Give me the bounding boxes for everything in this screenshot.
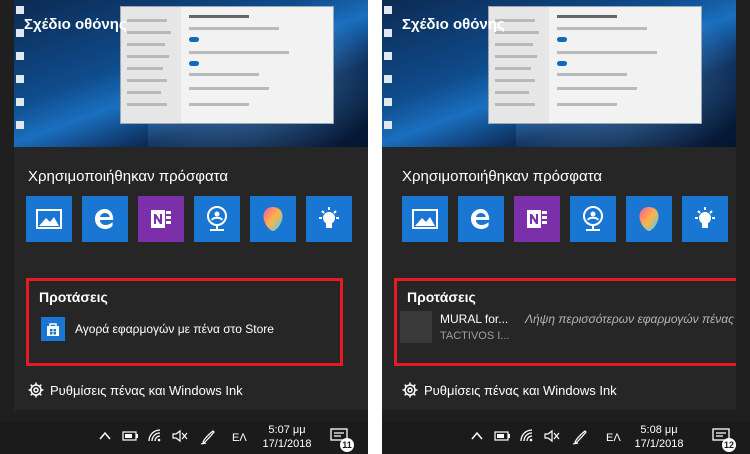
recent-title: Χρησιμοποιήθηκαν πρόσφατα bbox=[28, 168, 229, 185]
wifi-icon bbox=[520, 429, 533, 442]
clock-date: 17/1/2018 bbox=[634, 438, 684, 450]
recent-apps bbox=[402, 196, 732, 244]
taskbar-clock[interactable]: 5:07 μμ 17/1/2018 bbox=[262, 423, 312, 451]
screen-sketch-label: Σχέδιο οθόνης bbox=[402, 16, 505, 33]
maps-app-tile[interactable] bbox=[194, 196, 240, 242]
recent-title: Χρησιμοποιήθηκαν πρόσφατα bbox=[402, 168, 603, 185]
settings-window-preview bbox=[120, 6, 334, 124]
suggestions-title: Προτάσεις bbox=[407, 289, 476, 305]
settings-window-preview bbox=[488, 6, 702, 124]
speaker-muted-icon bbox=[544, 429, 560, 443]
paint3d-app-tile[interactable] bbox=[626, 196, 672, 242]
get-more-pen-apps-link[interactable]: Λήψη περισσότερων εφαρμογών πένας bbox=[525, 312, 734, 326]
store-suggestion-link[interactable]: Αγορά εφαρμογών με πένα στο Store bbox=[75, 322, 274, 336]
screen-sketch-tile[interactable]: Σχέδιο οθόνης bbox=[14, 0, 368, 147]
taskbar: ΕΛ 5:08 μμ 17/1/2018 12 bbox=[382, 421, 750, 454]
photos-icon bbox=[36, 209, 62, 229]
action-center-button[interactable]: 11 bbox=[330, 428, 354, 452]
pen-settings-label: Ρυθμίσεις πένας και Windows Ink bbox=[50, 382, 243, 398]
desktop-icons bbox=[384, 6, 396, 144]
clock-time: 5:08 μμ bbox=[640, 424, 678, 436]
suggested-app-name[interactable]: MURAL for... bbox=[440, 312, 508, 326]
tips-icon bbox=[319, 207, 339, 228]
notification-count-badge: 12 bbox=[722, 438, 737, 452]
windows-ink-icon bbox=[200, 430, 215, 445]
pen-settings-label: Ρυθμίσεις πένας και Windows Ink bbox=[424, 382, 617, 398]
screen-sketch-label: Σχέδιο οθόνης bbox=[24, 16, 127, 33]
photos-app-tile[interactable] bbox=[402, 196, 448, 242]
onenote-app-tile[interactable] bbox=[514, 196, 560, 242]
mural-app-icon[interactable] bbox=[400, 311, 432, 343]
battery-icon bbox=[494, 431, 510, 441]
taskbar-clock[interactable]: 5:08 μμ 17/1/2018 bbox=[634, 423, 684, 451]
ink-workspace-flyout: Σχέδιο οθόνης Χρησιμοποιήθηκαν πρόσφατα bbox=[382, 0, 736, 410]
suggested-app-publisher: TACTIVOS I... bbox=[440, 330, 510, 342]
windows-ink-icon bbox=[572, 430, 587, 445]
paint3d-icon bbox=[263, 207, 283, 231]
ink-workspace-flyout: Σχέδιο οθόνης Χρησιμοποιήθηκαν πρόσφατα bbox=[14, 0, 368, 410]
tips-app-tile[interactable] bbox=[682, 196, 728, 242]
suggestions-highlight-box: Προτάσεις MURAL for... TACTIVOS I... Λήψ… bbox=[394, 278, 736, 366]
paint3d-icon bbox=[639, 207, 659, 231]
photos-app-tile[interactable] bbox=[26, 196, 72, 242]
input-language[interactable]: ΕΛ bbox=[606, 432, 621, 444]
gear-icon bbox=[28, 382, 44, 398]
wifi-icon bbox=[148, 429, 161, 442]
suggestions-title: Προτάσεις bbox=[39, 289, 108, 305]
windows-ink-workspace-after: Σχέδιο οθόνης Χρησιμοποιήθηκαν πρόσφατα bbox=[382, 0, 750, 454]
speaker-muted-icon bbox=[172, 429, 188, 443]
gear-icon bbox=[402, 382, 418, 398]
maps-icon bbox=[583, 206, 603, 231]
edge-icon bbox=[95, 209, 114, 229]
onenote-app-tile[interactable] bbox=[138, 196, 184, 242]
suggestions-highlight-box: Προτάσεις Αγορά εφαρμογών με πένα στο St… bbox=[26, 278, 343, 366]
battery-icon bbox=[122, 431, 138, 441]
photos-icon bbox=[412, 209, 438, 229]
chevron-up-icon bbox=[471, 431, 483, 440]
store-icon[interactable] bbox=[41, 317, 65, 341]
maps-app-tile[interactable] bbox=[570, 196, 616, 242]
onenote-icon bbox=[151, 210, 171, 228]
paint3d-app-tile[interactable] bbox=[250, 196, 296, 242]
clock-date: 17/1/2018 bbox=[262, 438, 312, 450]
tips-icon bbox=[695, 207, 715, 228]
onenote-icon bbox=[527, 210, 547, 228]
notification-count-badge: 11 bbox=[340, 438, 354, 452]
pen-settings-link[interactable]: Ρυθμίσεις πένας και Windows Ink bbox=[28, 382, 243, 398]
screen-sketch-tile[interactable]: Σχέδιο οθόνης bbox=[382, 0, 736, 147]
action-center-button[interactable]: 12 bbox=[712, 428, 737, 452]
edge-app-tile[interactable] bbox=[82, 196, 128, 242]
taskbar: ΕΛ 5:07 μμ 17/1/2018 11 bbox=[0, 421, 368, 454]
clock-time: 5:07 μμ bbox=[268, 424, 306, 436]
maps-icon bbox=[207, 206, 227, 231]
input-language[interactable]: ΕΛ bbox=[232, 432, 247, 444]
edge-icon bbox=[471, 209, 490, 229]
recent-apps bbox=[26, 196, 356, 244]
edge-app-tile[interactable] bbox=[458, 196, 504, 242]
chevron-up-icon bbox=[99, 431, 111, 440]
pen-settings-link[interactable]: Ρυθμίσεις πένας και Windows Ink bbox=[402, 382, 617, 398]
windows-ink-workspace-before: Σχέδιο οθόνης Χρησιμοποιήθηκαν πρόσφατα bbox=[0, 0, 368, 454]
tips-app-tile[interactable] bbox=[306, 196, 352, 242]
